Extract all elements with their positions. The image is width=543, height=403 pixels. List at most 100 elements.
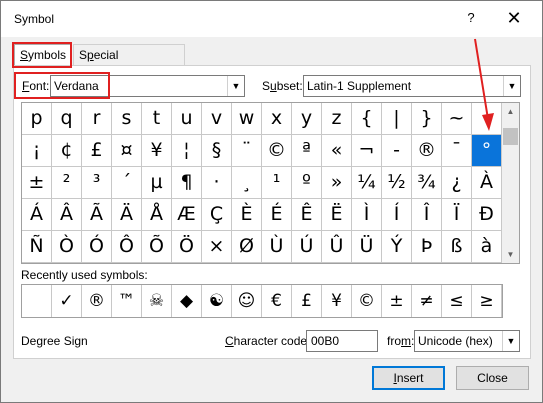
recent-symbol-cell[interactable]: ☺ xyxy=(232,285,262,317)
symbol-cell[interactable]: § xyxy=(202,135,232,167)
insert-button[interactable]: Insert xyxy=(372,366,445,390)
recent-symbol-cell[interactable]: ™ xyxy=(112,285,142,317)
symbol-cell[interactable]: º xyxy=(292,167,322,199)
symbol-cell[interactable]: Ï xyxy=(442,199,472,231)
symbol-cell[interactable]: È xyxy=(232,199,262,231)
symbol-cell[interactable]: p xyxy=(22,103,52,135)
symbol-cell[interactable]: Î xyxy=(412,199,442,231)
recent-symbol-cell[interactable]: ® xyxy=(82,285,112,317)
recent-symbol-cell[interactable]: ✓ xyxy=(52,285,82,317)
subset-select[interactable]: Latin-1 Supplement ▼ xyxy=(303,75,521,97)
symbol-cell[interactable]: Ð xyxy=(472,199,502,231)
symbol-cell[interactable]: ¸ xyxy=(232,167,262,199)
symbol-cell[interactable]: y xyxy=(292,103,322,135)
chevron-down-icon[interactable]: ▼ xyxy=(227,76,244,96)
symbol-cell[interactable]: ¥ xyxy=(142,135,172,167)
symbol-cell[interactable]: £ xyxy=(82,135,112,167)
symbol-cell[interactable]: Ó xyxy=(82,231,112,263)
symbol-cell[interactable]: Å xyxy=(142,199,172,231)
recent-symbols-grid[interactable]: ✓ ® ™ ☠ ◆ ☯ ☺ € £ ¥ © ± ≠ ≤ ≥ xyxy=(21,284,503,318)
symbol-cell[interactable]: ® xyxy=(412,135,442,167)
symbol-cell[interactable]: ¼ xyxy=(352,167,382,199)
symbol-cell[interactable]: z xyxy=(322,103,352,135)
recent-symbol-cell[interactable]: ¥ xyxy=(322,285,352,317)
symbol-cell[interactable]: ´ xyxy=(112,167,142,199)
recent-symbol-cell[interactable]: € xyxy=(262,285,292,317)
close-icon[interactable]: ✕ xyxy=(504,8,524,28)
symbol-grid-scrollbar[interactable]: ▲ ▼ xyxy=(502,103,519,263)
symbol-cell[interactable]: ¯ xyxy=(442,135,472,167)
symbol-cell[interactable]: Ý xyxy=(382,231,412,263)
symbol-cell[interactable]: ª xyxy=(292,135,322,167)
symbol-cell[interactable]: u xyxy=(172,103,202,135)
chevron-down-icon[interactable]: ▼ xyxy=(502,331,519,351)
symbol-cell[interactable]: Ü xyxy=(352,231,382,263)
symbol-cell[interactable]: Ê xyxy=(292,199,322,231)
symbol-cell[interactable]: Ö xyxy=(172,231,202,263)
scrollbar-thumb[interactable] xyxy=(503,128,518,145)
symbol-cell[interactable]: q xyxy=(52,103,82,135)
recent-symbol-cell[interactable]: ☠ xyxy=(142,285,172,317)
symbol-cell[interactable]: ¦ xyxy=(172,135,202,167)
scroll-up-icon[interactable]: ▲ xyxy=(502,103,519,120)
symbol-cell[interactable]: Í xyxy=(382,199,412,231)
tab-special-characters[interactable]: Special Characters xyxy=(73,44,185,82)
symbol-cell[interactable]: Þ xyxy=(412,231,442,263)
symbol-cell[interactable]: Ò xyxy=(52,231,82,263)
symbol-cell[interactable]: Ú xyxy=(292,231,322,263)
symbol-cell[interactable]: Ã xyxy=(82,199,112,231)
symbol-cell[interactable]: É xyxy=(262,199,292,231)
symbol-cell[interactable]: « xyxy=(322,135,352,167)
symbol-cell[interactable]: Ì xyxy=(352,199,382,231)
symbol-cell[interactable]: ¡ xyxy=(22,135,52,167)
symbol-cell[interactable]: - xyxy=(382,135,412,167)
symbol-cell[interactable]: ° xyxy=(472,135,502,167)
symbol-cell[interactable]: s xyxy=(112,103,142,135)
symbol-cell[interactable]: Ä xyxy=(112,199,142,231)
recent-symbol-cell[interactable] xyxy=(22,285,52,317)
symbol-cell[interactable]: ² xyxy=(52,167,82,199)
symbol-cell[interactable]: ¢ xyxy=(52,135,82,167)
symbol-cell[interactable]: t xyxy=(142,103,172,135)
recent-symbol-cell[interactable]: ≤ xyxy=(442,285,472,317)
symbol-cell[interactable]: ¿ xyxy=(442,167,472,199)
symbol-cell[interactable]: r xyxy=(82,103,112,135)
symbol-cell[interactable]: » xyxy=(322,167,352,199)
recent-symbol-cell[interactable]: ≠ xyxy=(412,285,442,317)
symbol-cell[interactable] xyxy=(472,103,502,135)
recent-symbol-cell[interactable]: £ xyxy=(292,285,322,317)
from-select[interactable]: Unicode (hex) ▼ xyxy=(414,330,520,352)
symbol-cell[interactable]: ± xyxy=(22,167,52,199)
symbol-cell[interactable]: { xyxy=(352,103,382,135)
symbol-cell[interactable]: ¨ xyxy=(232,135,262,167)
symbol-cell[interactable]: ~ xyxy=(442,103,472,135)
character-code-input[interactable]: 00B0 xyxy=(306,330,378,352)
symbol-cell[interactable]: à xyxy=(472,231,502,263)
symbol-cell[interactable]: © xyxy=(262,135,292,167)
recent-symbol-cell[interactable]: ☯ xyxy=(202,285,232,317)
recent-symbol-cell[interactable]: ◆ xyxy=(172,285,202,317)
symbol-cell[interactable]: Ñ xyxy=(22,231,52,263)
symbol-cell[interactable]: ¤ xyxy=(112,135,142,167)
symbol-cell[interactable]: Ô xyxy=(112,231,142,263)
symbol-cell[interactable]: µ xyxy=(142,167,172,199)
symbol-cell[interactable]: } xyxy=(412,103,442,135)
symbol-grid[interactable]: p q r s t u v w x y z{|} ~ ¡ ¢ £ ¤ ¥ ¦ § ¨ © ª «¬ - ® ¯ ° ± ² ³ ´ µ ¶ · ¸ ¹… xyxy=(22,103,502,263)
recent-symbol-cell[interactable]: © xyxy=(352,285,382,317)
symbol-cell[interactable]: ¹ xyxy=(262,167,292,199)
symbol-cell[interactable]: w xyxy=(232,103,262,135)
symbol-cell[interactable]: Ø xyxy=(232,231,262,263)
symbol-cell[interactable]: ³ xyxy=(82,167,112,199)
symbol-cell[interactable]: | xyxy=(382,103,412,135)
symbol-cell[interactable]: ¾ xyxy=(412,167,442,199)
symbol-cell[interactable]: ¶ xyxy=(172,167,202,199)
chevron-down-icon[interactable]: ▼ xyxy=(503,76,520,96)
symbol-cell[interactable]: Û xyxy=(322,231,352,263)
symbol-cell[interactable]: x xyxy=(262,103,292,135)
close-button[interactable]: Close xyxy=(456,366,529,390)
symbol-cell[interactable]: Ç xyxy=(202,199,232,231)
symbol-cell[interactable]: ¬ xyxy=(352,135,382,167)
symbol-cell[interactable]: · xyxy=(202,167,232,199)
symbol-cell[interactable]: v xyxy=(202,103,232,135)
symbol-cell[interactable]: Ë xyxy=(322,199,352,231)
